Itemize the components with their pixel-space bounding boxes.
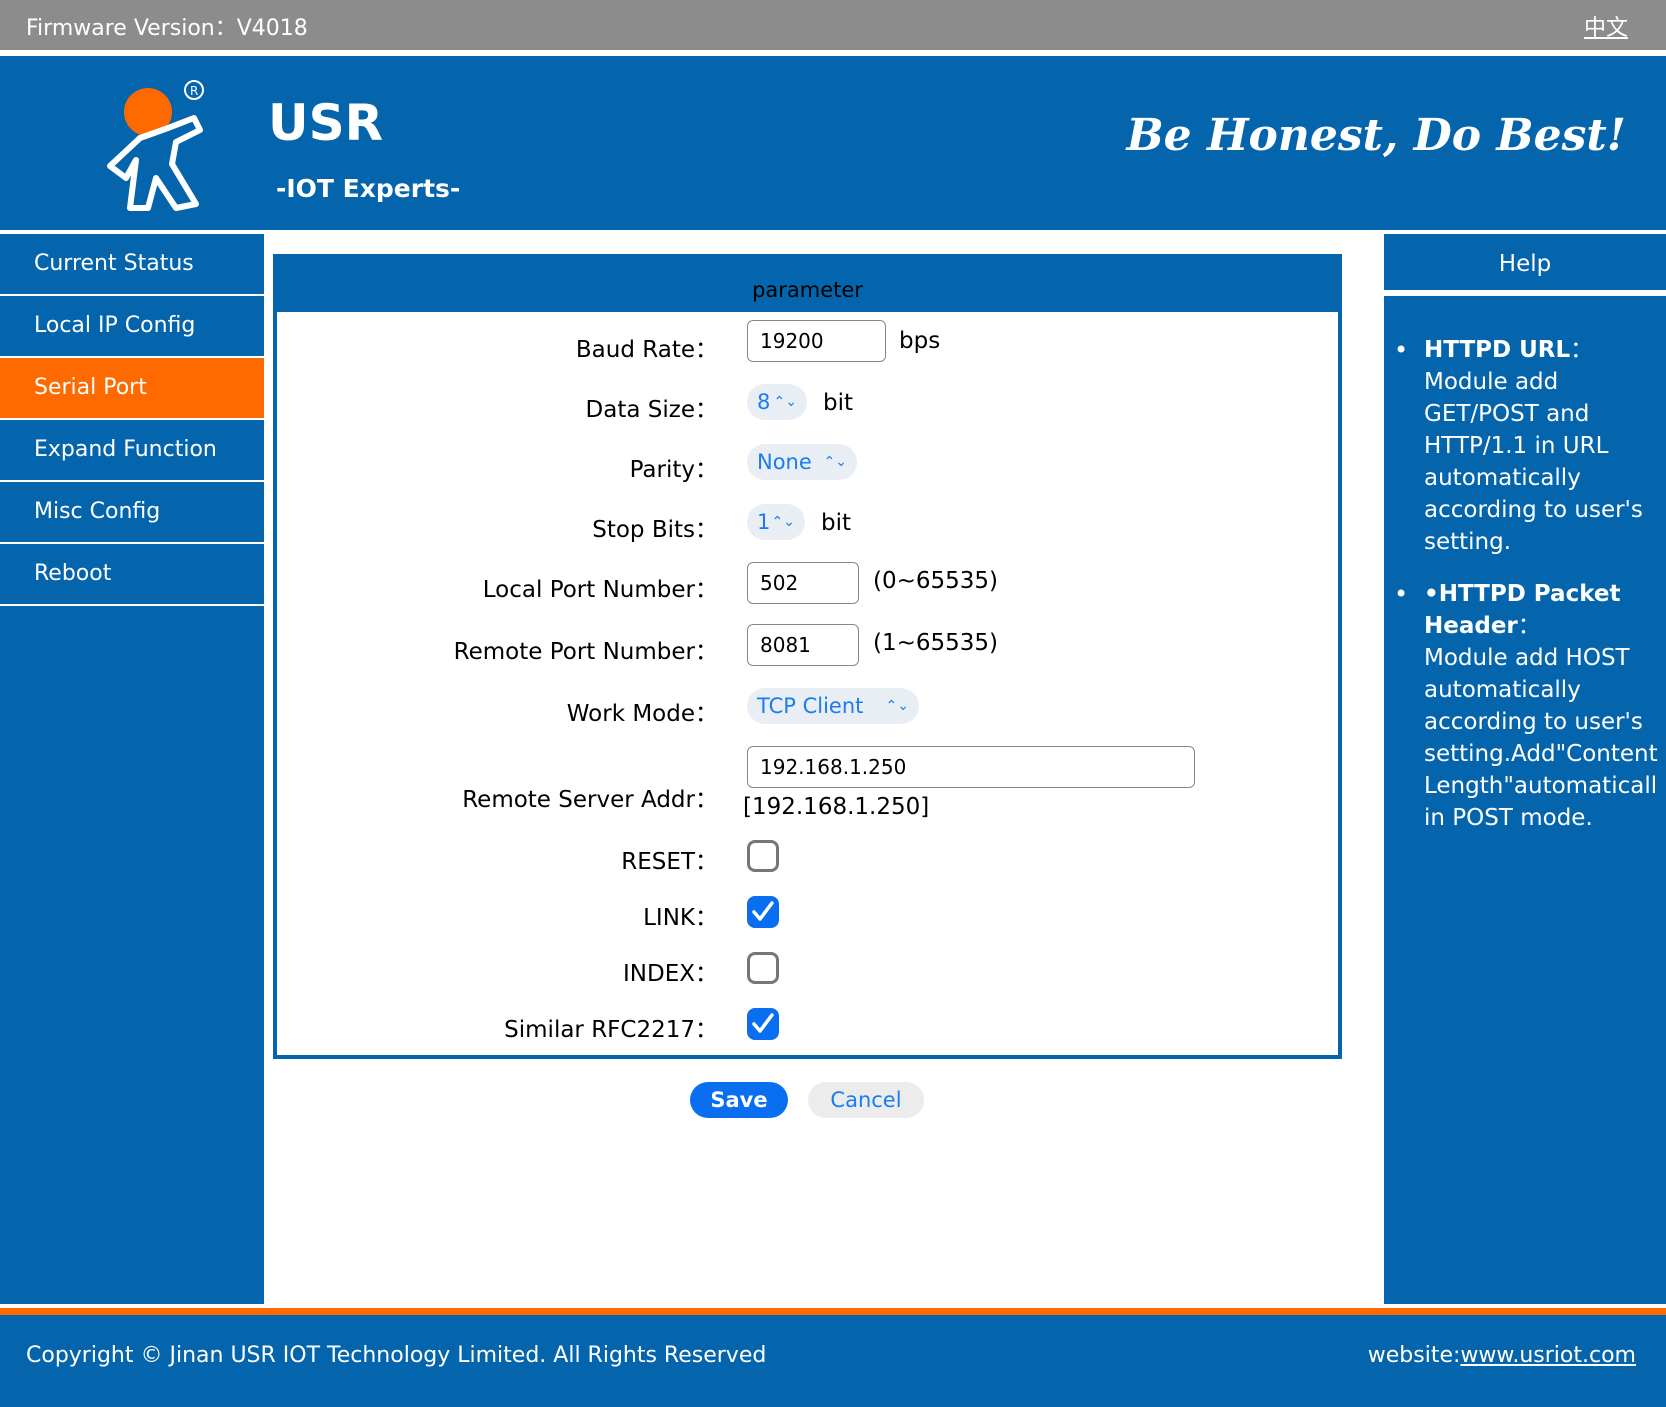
help-line: automatically [1424,465,1581,491]
work-mode-label: Work Mode： [566,701,718,727]
work-mode-value: TCP Client [757,694,864,718]
help-line: setting. [1424,529,1512,555]
local-port-range: (0~65535) [873,568,999,594]
sidebar-item-expand-function[interactable]: Expand Function [0,420,264,482]
help-list: HTTPD URL： Module add GET/POST and HTTP/… [1384,296,1666,834]
baud-rate-unit: bps [899,328,941,354]
help-item-httpd-url: HTTPD URL： Module add GET/POST and HTTP/… [1394,334,1666,558]
help-title: Help [1384,234,1666,296]
footer-divider [0,1308,1666,1315]
brand-name: USR [268,94,384,152]
usr-logo-icon: R [80,68,220,218]
parameter-panel: parameter Baud Rate： bps Data Size： 8 ⌃⌄… [273,254,1342,1059]
help-heading: •HTTPD Packet [1424,581,1621,607]
sidebar-item-reboot[interactable]: Reboot [0,544,264,606]
footer: Copyright © Jinan USR IOT Technology Lim… [0,1315,1666,1407]
help-line: Module add [1424,369,1559,395]
save-button[interactable]: Save [690,1082,788,1118]
help-heading-suffix: ： [1570,337,1594,363]
sidebar: Current Status Local IP Config Serial Po… [0,234,264,1304]
stop-bits-select[interactable]: 1 ⌃⌄ [747,504,805,540]
top-bar: Firmware Version：V4018 中文 [0,0,1666,50]
link-checkbox[interactable] [747,896,779,928]
firmware-version: Firmware Version：V4018 [26,16,308,41]
index-checkbox[interactable] [747,952,779,984]
chevron-up-down-icon: ⌃⌄ [885,698,909,714]
help-panel: Help HTTPD URL： Module add GET/POST and … [1384,234,1666,1304]
baud-rate-label: Baud Rate： [575,337,718,363]
local-port-label: Local Port Number： [482,577,718,603]
stop-bits-row: Stop Bits： 1 ⌃⌄ bit [277,502,1338,543]
help-line: GET/POST and [1424,401,1590,427]
website-link[interactable]: www.usriot.com [1460,1343,1636,1368]
help-line: Module add HOST [1424,645,1630,671]
reset-label: RESET： [621,849,718,875]
website-label: website: [1367,1343,1461,1368]
index-label: INDEX： [623,961,718,987]
link-label: LINK： [643,905,718,931]
help-line: automatically [1424,677,1581,703]
help-heading: Header [1424,613,1518,639]
local-port-input[interactable] [747,562,859,604]
remote-addr-label: Remote Server Addr： [462,787,718,813]
parity-value: None [757,450,812,474]
remote-addr-resolved: [192.168.1.250] [743,794,930,820]
help-heading-suffix: ： [1517,613,1541,639]
help-line: according to user's [1424,497,1643,523]
data-size-unit: bit [823,390,854,416]
work-mode-row: Work Mode： TCP Client ⌃⌄ [277,686,1338,727]
parity-select[interactable]: None ⌃⌄ [747,444,857,480]
parity-row: Parity： None ⌃⌄ [277,442,1338,483]
chevron-up-down-icon: ⌃⌄ [771,514,795,530]
cancel-button[interactable]: Cancel [808,1082,924,1118]
reset-checkbox[interactable] [747,840,779,872]
help-line: setting.Add"Content [1424,741,1658,767]
help-line: in POST mode. [1424,805,1593,831]
stop-bits-label: Stop Bits： [592,517,718,543]
help-item-httpd-packet-header: •HTTPD Packet Header： Module add HOST au… [1394,578,1666,834]
language-switch-link[interactable]: 中文 [1584,10,1628,42]
help-line: HTTP/1.1 in URL [1424,433,1609,459]
parity-label: Parity： [629,457,718,483]
header-banner: R USR -IOT Experts- Be Honest, Do Best! [0,56,1666,230]
sidebar-item-local-ip-config[interactable]: Local IP Config [0,296,264,358]
remote-port-range: (1~65535) [873,630,999,656]
baud-rate-input[interactable] [747,320,886,362]
copyright-text: Copyright © Jinan USR IOT Technology Lim… [26,1343,767,1368]
data-size-label: Data Size： [585,397,718,423]
motto: Be Honest, Do Best! [1126,110,1626,161]
rfc2217-label: Similar RFC2217： [504,1017,718,1043]
remote-port-label: Remote Port Number： [453,639,718,665]
checkmark-icon [752,901,774,921]
help-line: according to user's [1424,709,1643,735]
help-heading: HTTPD URL [1424,337,1571,363]
rfc2217-checkbox[interactable] [747,1008,779,1040]
help-line: Length"automaticall [1424,773,1658,799]
data-size-row: Data Size： 8 ⌃⌄ bit [277,382,1338,423]
chevron-up-down-icon: ⌃⌄ [773,394,797,410]
checkmark-icon [752,1013,774,1033]
data-size-select[interactable]: 8 ⌃⌄ [747,384,807,420]
website-info: website:www.usriot.com [1368,1343,1636,1368]
stop-bits-value: 1 [757,510,771,534]
data-size-value: 8 [757,390,771,414]
sidebar-item-current-status[interactable]: Current Status [0,234,264,296]
svg-text:R: R [190,84,198,98]
brand-tagline: -IOT Experts- [276,174,461,203]
sidebar-item-misc-config[interactable]: Misc Config [0,482,264,544]
sidebar-item-serial-port[interactable]: Serial Port [0,358,264,420]
work-mode-select[interactable]: TCP Client ⌃⌄ [747,688,919,724]
stop-bits-unit: bit [821,510,852,536]
panel-title: parameter [277,258,1338,312]
chevron-up-down-icon: ⌃⌄ [823,454,847,470]
remote-port-input[interactable] [747,624,859,666]
remote-addr-input[interactable] [747,746,1195,788]
